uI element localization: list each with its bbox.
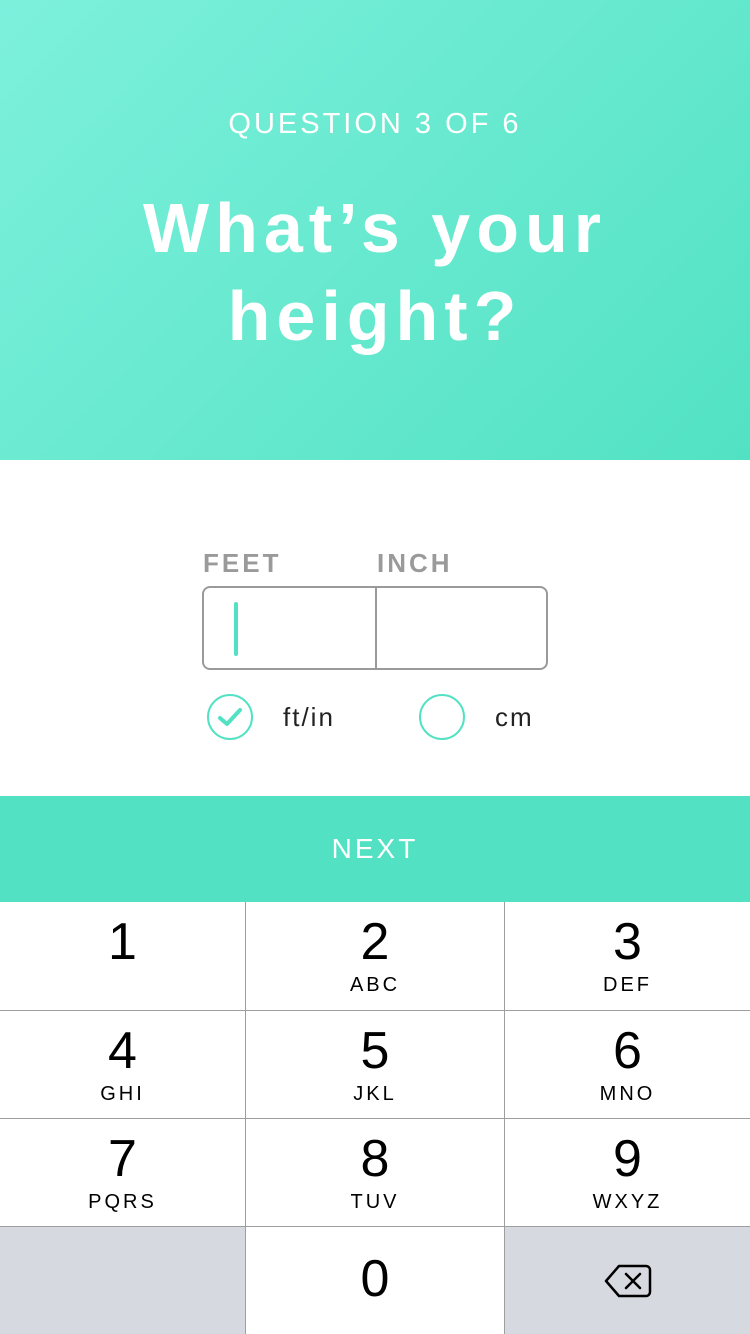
key-2[interactable]: 2 ABC xyxy=(246,902,505,1011)
feet-label: FEET xyxy=(203,548,282,578)
key-7[interactable]: 7 PQRS xyxy=(0,1119,246,1227)
key-digit: 8 xyxy=(360,1130,390,1188)
page-title: What’s your height? xyxy=(143,189,607,355)
key-1[interactable]: 1 xyxy=(0,902,246,1011)
key-digit: 2 xyxy=(360,913,390,971)
key-blank xyxy=(0,1227,246,1334)
key-digit: 9 xyxy=(613,1130,642,1188)
text-caret xyxy=(234,602,238,656)
radio-ftin[interactable] xyxy=(207,694,253,740)
radio-cm[interactable] xyxy=(419,694,465,740)
check-icon xyxy=(218,708,242,726)
key-backspace[interactable] xyxy=(505,1227,750,1334)
key-letters: TUV xyxy=(350,1191,400,1213)
unit-label-cm: cm xyxy=(495,701,534,732)
key-digit: 3 xyxy=(613,913,642,971)
key-letters: WXYZ xyxy=(592,1191,663,1213)
key-6[interactable]: 6 MNO xyxy=(505,1011,750,1119)
key-digit: 4 xyxy=(108,1022,137,1080)
inch-label: INCH xyxy=(377,548,453,578)
key-digit: 5 xyxy=(360,1022,390,1080)
key-4[interactable]: 4 GHI xyxy=(0,1011,246,1119)
key-letters: ABC xyxy=(349,974,401,996)
key-digit: 6 xyxy=(613,1022,642,1080)
key-letters: JKL xyxy=(353,1083,397,1105)
key-letters: DEF xyxy=(603,974,652,996)
key-8[interactable]: 8 TUV xyxy=(246,1119,505,1227)
inch-input[interactable] xyxy=(375,588,546,668)
key-0[interactable]: 0 xyxy=(246,1227,505,1334)
key-9[interactable]: 9 WXYZ xyxy=(505,1119,750,1227)
key-letters: MNO xyxy=(599,1083,656,1105)
unit-label-ftin: ft/in xyxy=(283,701,335,732)
key-letters: GHI xyxy=(100,1083,145,1105)
height-input-group xyxy=(202,586,548,670)
numeric-keypad: 1 2 ABC 3 DEF 4 GHI 5 JKL 6 MNO 7 PQRS 8… xyxy=(0,902,750,1334)
question-header: QUESTION 3 OF 6 What’s your height? xyxy=(0,0,750,460)
key-letters: PQRS xyxy=(88,1191,157,1213)
key-digit: 0 xyxy=(360,1250,390,1308)
key-3[interactable]: 3 DEF xyxy=(505,902,750,1011)
question-progress: QUESTION 3 OF 6 xyxy=(228,108,522,140)
unit-option-ftin[interactable]: ft/in xyxy=(207,694,335,740)
key-5[interactable]: 5 JKL xyxy=(246,1011,505,1119)
key-digit: 7 xyxy=(108,1130,137,1188)
backspace-icon xyxy=(604,1264,651,1297)
next-button[interactable]: NEXT xyxy=(0,796,750,902)
feet-input[interactable] xyxy=(204,588,375,668)
key-digit: 1 xyxy=(108,913,137,971)
unit-option-cm[interactable]: cm xyxy=(419,694,534,740)
